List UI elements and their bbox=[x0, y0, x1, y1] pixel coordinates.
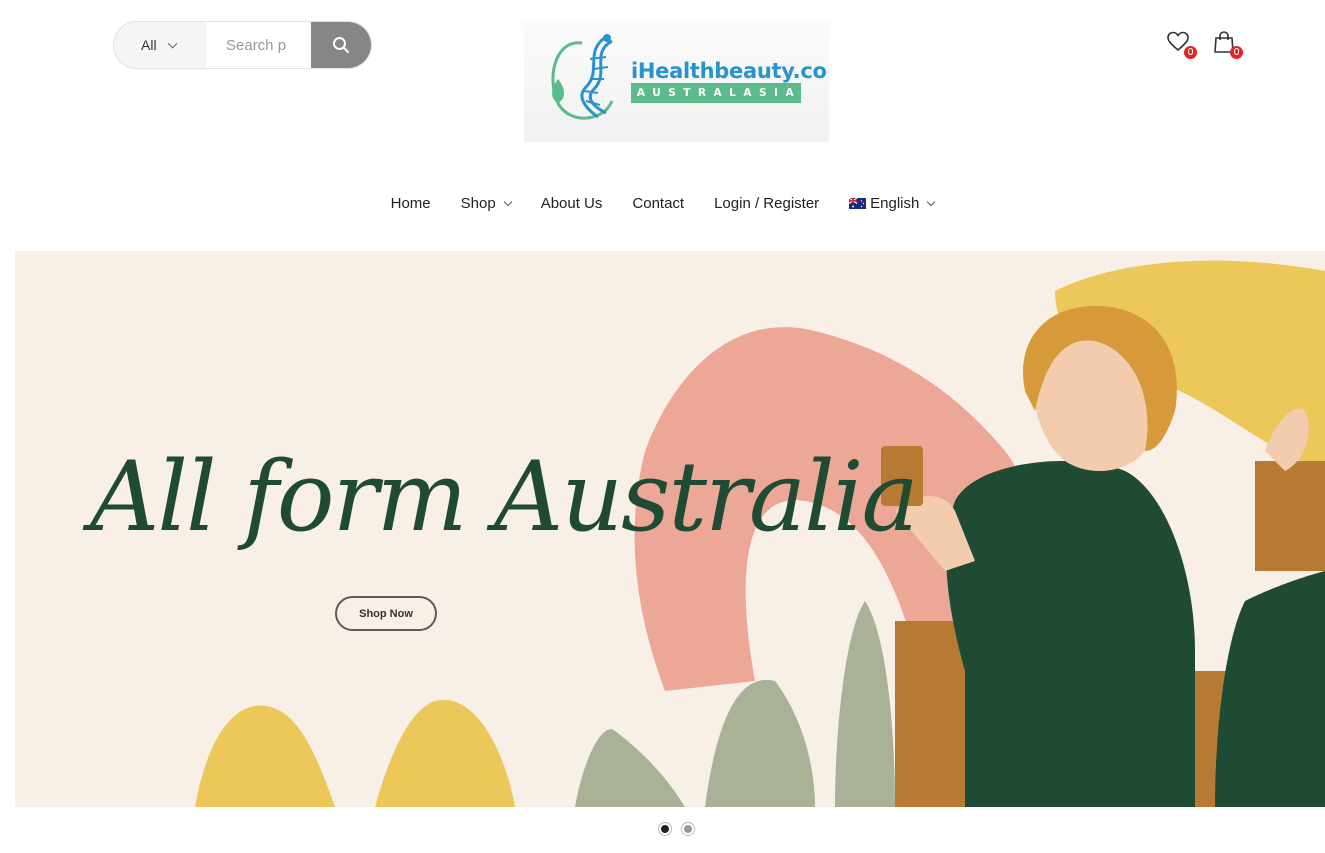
site-logo[interactable]: iHealthbeauty.co AUSTRALASIA bbox=[524, 21, 829, 142]
search-icon bbox=[333, 37, 349, 53]
nav-shop-label: Shop bbox=[460, 194, 496, 212]
product-search-bar: All bbox=[113, 21, 372, 69]
nav-about-label: About Us bbox=[540, 194, 603, 212]
nav-home[interactable]: Home bbox=[376, 192, 446, 214]
nav-shop[interactable]: Shop bbox=[446, 192, 526, 214]
australia-flag-icon bbox=[849, 197, 867, 209]
wishlist-button[interactable]: 0 bbox=[1166, 30, 1197, 59]
logo-tagline: AUSTRALASIA bbox=[631, 83, 801, 103]
chevron-down-icon bbox=[927, 197, 936, 206]
shop-now-button[interactable]: Shop Now bbox=[335, 596, 437, 631]
language-selector[interactable]: English bbox=[834, 192, 949, 214]
chevron-down-icon bbox=[167, 38, 178, 48]
language-label: English bbox=[870, 194, 920, 212]
nav-home-label: Home bbox=[390, 194, 431, 212]
category-select[interactable]: All bbox=[114, 22, 206, 68]
dna-leaf-logo-icon bbox=[551, 34, 614, 120]
nav-contact[interactable]: Contact bbox=[617, 192, 699, 214]
hero-title: All form Australia bbox=[90, 441, 919, 553]
wishlist-count-badge: 0 bbox=[1184, 46, 1197, 59]
chevron-down-icon bbox=[503, 197, 512, 206]
nav-about[interactable]: About Us bbox=[526, 192, 618, 214]
main-navigation: Home Shop About Us Contact Login / Regis… bbox=[0, 192, 1325, 214]
slider-dot-1[interactable] bbox=[659, 823, 671, 835]
cart-count-badge: 0 bbox=[1230, 46, 1243, 59]
search-button[interactable] bbox=[311, 22, 371, 68]
nav-login-register[interactable]: Login / Register bbox=[699, 192, 834, 214]
nav-contact-label: Contact bbox=[632, 194, 685, 212]
search-input[interactable] bbox=[206, 22, 311, 68]
nav-login-label: Login / Register bbox=[714, 194, 820, 212]
cart-button[interactable]: 0 bbox=[1212, 30, 1243, 59]
hero-slider: All form Australia Shop Now bbox=[15, 251, 1325, 807]
slider-dot-2[interactable] bbox=[682, 823, 694, 835]
slider-pagination bbox=[659, 823, 694, 835]
logo-name: iHealthbeauty.co bbox=[631, 59, 827, 83]
category-select-label: All bbox=[141, 37, 157, 53]
